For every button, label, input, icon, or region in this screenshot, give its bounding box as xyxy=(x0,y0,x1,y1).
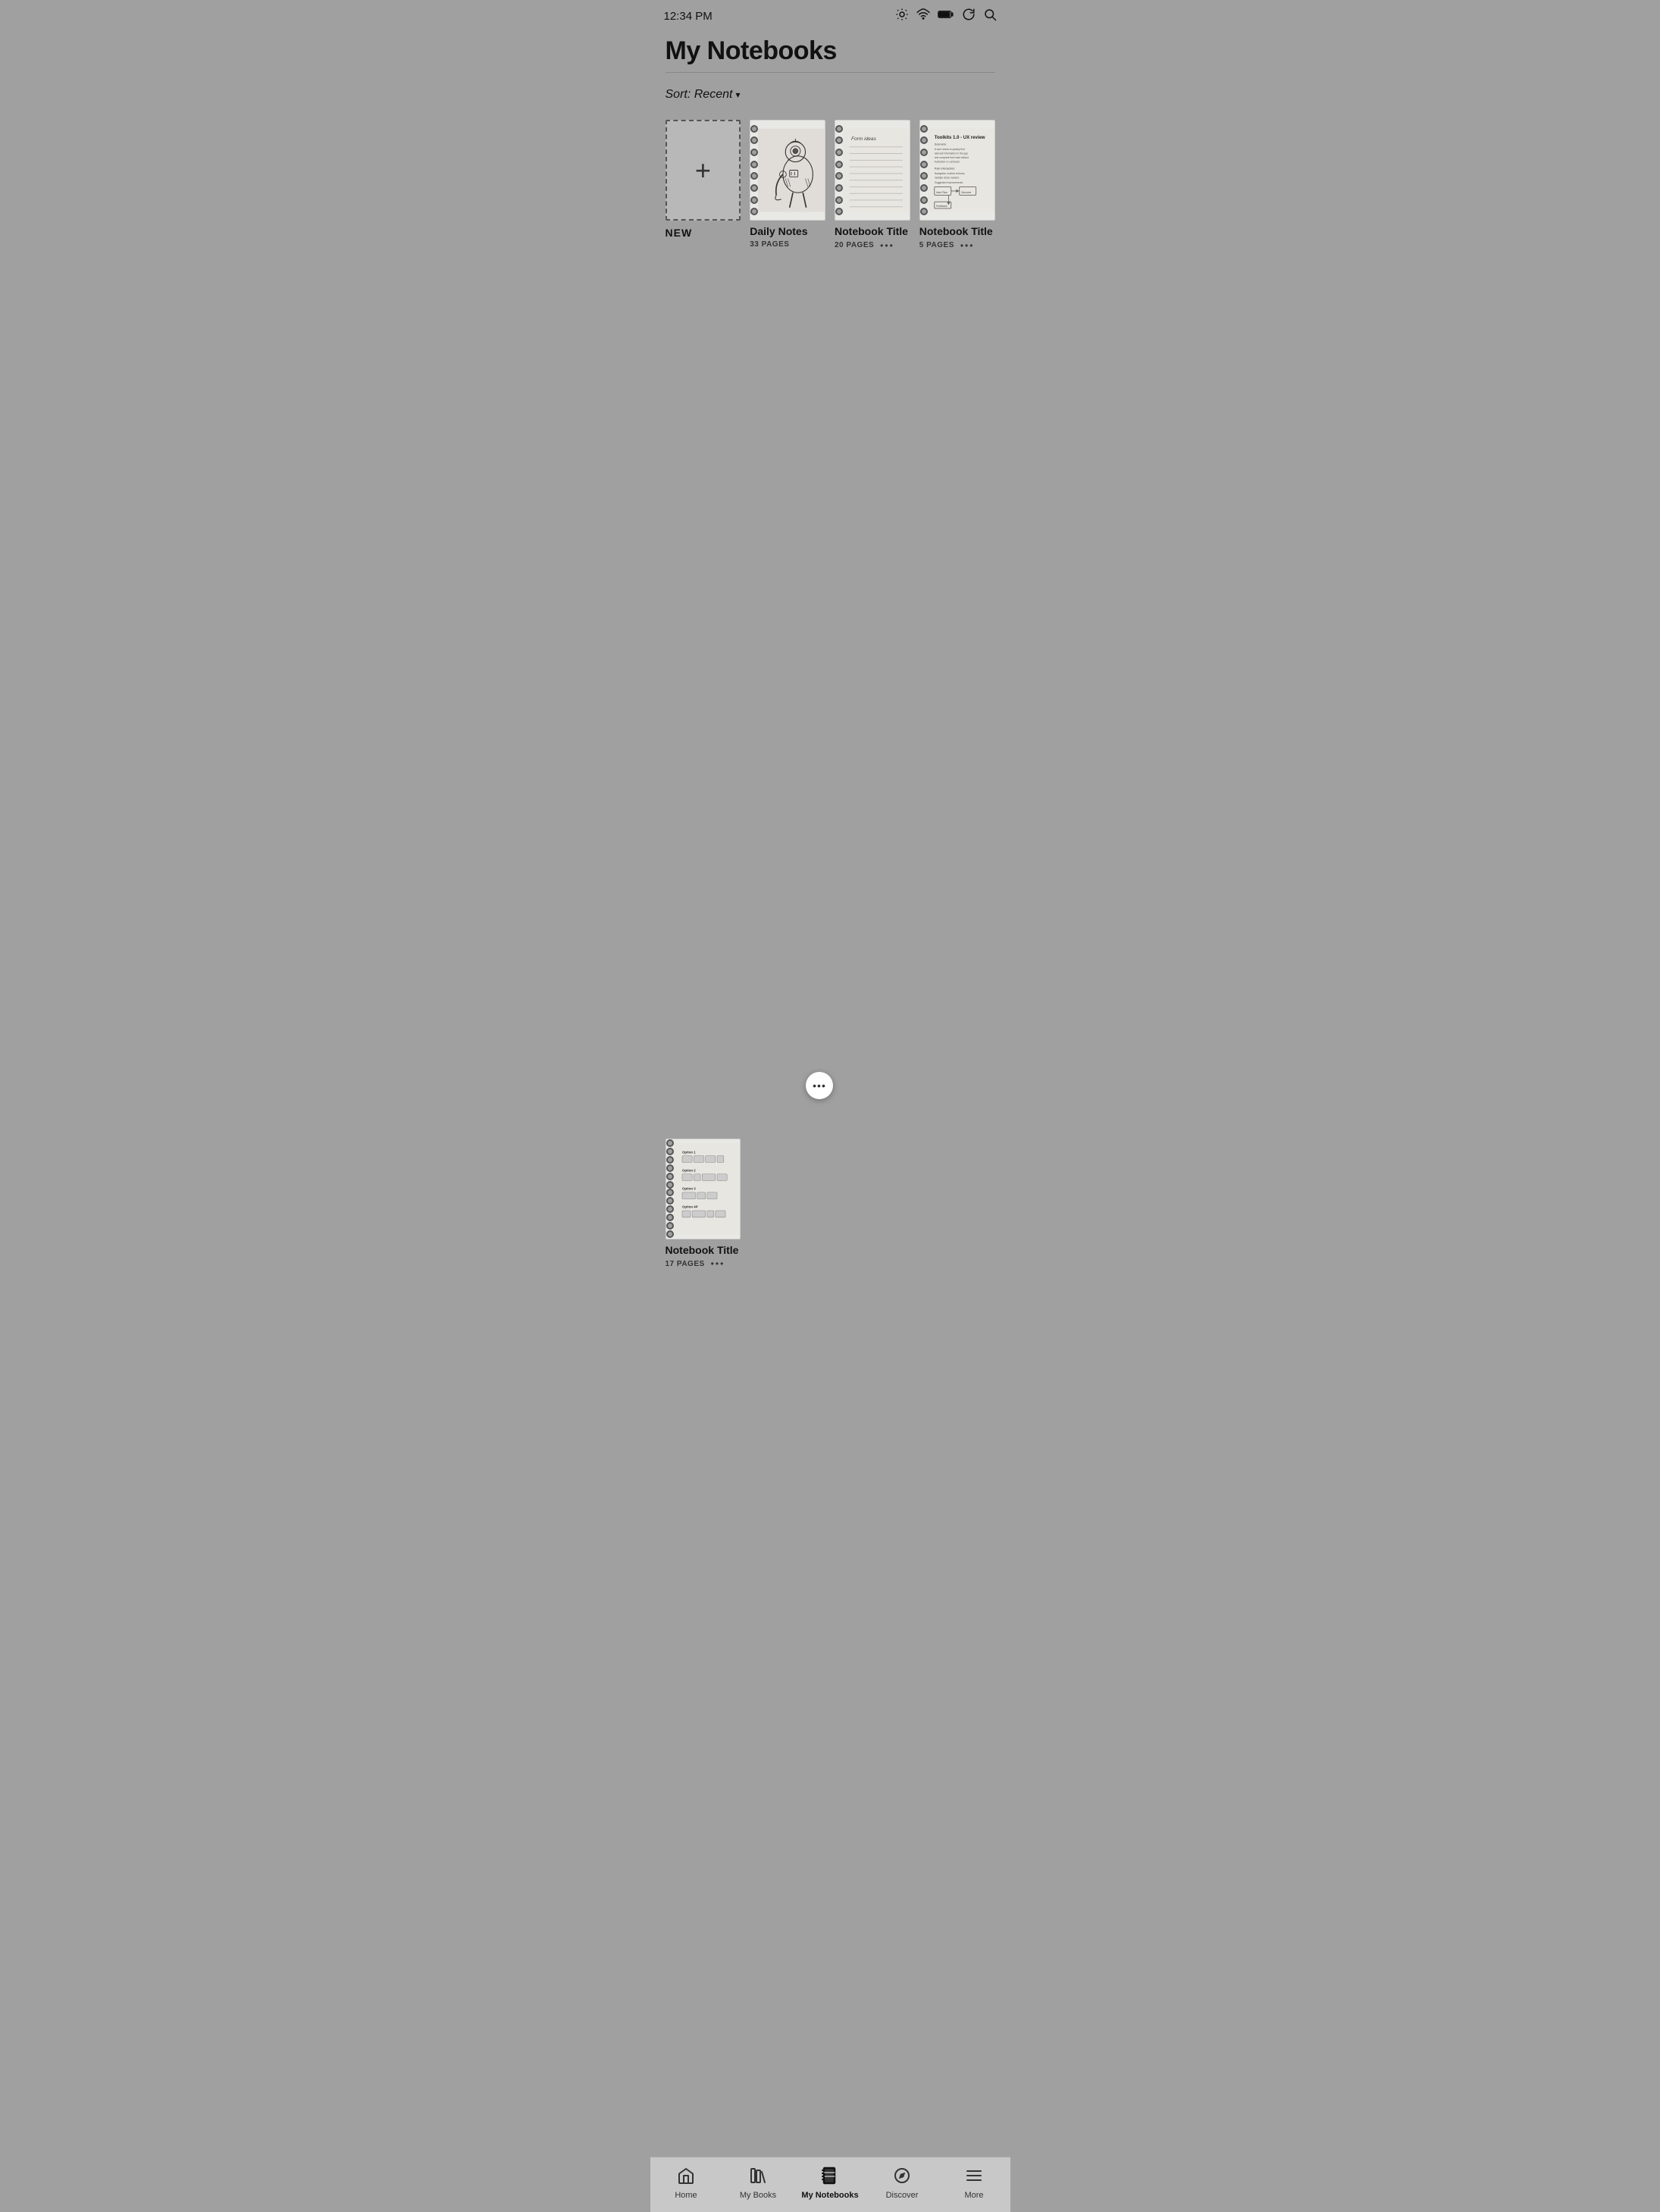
status-time: 12:34 PM xyxy=(664,10,713,23)
notes-illustration: Toolkits 1.0 - UX review Scenario: A use… xyxy=(920,121,994,220)
notebook-4-title: Notebook Title xyxy=(666,1244,741,1257)
notebook-4-more-button[interactable]: ••• xyxy=(711,1258,725,1269)
plus-icon: + xyxy=(695,157,711,184)
notebook-3-more-button[interactable]: ••• xyxy=(960,240,975,251)
notebooks-icon xyxy=(821,2167,839,2188)
new-notebook-card[interactable]: + xyxy=(666,120,741,221)
notebook-3-meta: 5 PAGES ••• xyxy=(919,240,995,251)
daily-notes-title: Daily Notes xyxy=(750,225,825,238)
nav-discover-label: Discover xyxy=(886,2191,919,2200)
svg-text:Option 1: Option 1 xyxy=(681,1150,695,1154)
svg-text:User Flow: User Flow xyxy=(936,191,947,194)
svg-text:frustration or confusion.: frustration or confusion. xyxy=(935,161,960,164)
notebook-4-item[interactable]: Option 1 Option 2 Option 3 Option 4P xyxy=(666,1139,741,2145)
status-icons xyxy=(895,8,997,24)
notebook-3-title: Notebook Title xyxy=(919,225,995,238)
sort-label: Sort: Recent xyxy=(666,88,733,102)
daily-notes-info: Daily Notes 33 PAGES xyxy=(750,225,825,249)
nav-discover[interactable]: Discover xyxy=(866,2163,938,2203)
notebook-2-card[interactable]: Form ideas xyxy=(835,120,910,221)
brightness-icon xyxy=(895,8,909,24)
daily-notes-pages: 33 PAGES xyxy=(750,240,789,249)
nav-my-books-label: My Books xyxy=(740,2191,776,2200)
notebook-2-info: Notebook Title 20 PAGES ••• xyxy=(835,225,910,251)
notebook-4-meta: 17 PAGES ••• xyxy=(666,1258,741,1269)
lines-illustration: Form ideas xyxy=(835,121,910,220)
home-icon xyxy=(677,2167,695,2188)
notebook-4-pages: 17 PAGES xyxy=(666,1260,705,1268)
bottom-nav: Home My Books My Notebooks xyxy=(650,2157,1010,2212)
notebook-3-info: Notebook Title 5 PAGES ••• xyxy=(919,225,995,251)
header-divider xyxy=(666,72,995,73)
notebook-4-card[interactable]: Option 1 Option 2 Option 3 Option 4P xyxy=(666,1139,741,1239)
nav-more-label: More xyxy=(964,2191,983,2200)
search-icon[interactable] xyxy=(983,8,997,24)
sort-bar: Sort: Recent ▾ xyxy=(650,79,1010,108)
svg-text:Outcome: Outcome xyxy=(961,191,971,194)
spiral-binding-4 xyxy=(666,1139,675,1239)
sketch-illustration xyxy=(750,121,825,220)
battery-icon xyxy=(938,9,954,23)
spiral-binding xyxy=(750,121,760,220)
daily-notes-item[interactable]: Daily Notes 33 PAGES ••• xyxy=(750,120,825,1126)
notebook-2-title: Notebook Title xyxy=(835,225,910,238)
svg-text:Feedback: Feedback xyxy=(936,205,947,208)
more-button-active[interactable]: ••• xyxy=(806,1072,833,1099)
wifi-icon xyxy=(916,8,930,24)
new-notebook-item[interactable]: + NEW xyxy=(666,120,741,1126)
books-icon xyxy=(749,2167,767,2188)
spiral-binding-2 xyxy=(835,121,844,220)
sync-icon xyxy=(962,8,976,24)
svg-text:Option 4P: Option 4P xyxy=(681,1205,697,1208)
nav-more[interactable]: More xyxy=(938,2163,1010,2203)
svg-text:relevant information in the ap: relevant information in the app xyxy=(935,152,968,155)
chevron-down-icon: ▾ xyxy=(735,89,740,100)
svg-text:Option 3: Option 3 xyxy=(681,1186,695,1190)
spiral-binding-3 xyxy=(919,121,929,220)
notebook-3-pages: 5 PAGES xyxy=(919,241,954,249)
notebook-grid: + NEW xyxy=(650,108,1010,2157)
page-title: My Notebooks xyxy=(666,36,995,66)
notebook-3-card[interactable]: Toolkits 1.0 - UX review Scenario: A use… xyxy=(919,120,995,221)
grid-illustration: Option 1 Option 2 Option 3 Option 4P xyxy=(666,1139,741,1239)
nav-home-label: Home xyxy=(675,2191,697,2200)
svg-text:Pain interaction:: Pain interaction: xyxy=(935,167,955,170)
notebook-3-item[interactable]: Toolkits 1.0 - UX review Scenario: A use… xyxy=(919,120,995,1126)
more-menu-icon xyxy=(965,2167,983,2188)
nav-my-notebooks[interactable]: My Notebooks xyxy=(794,2163,866,2203)
svg-text:Form ideas: Form ideas xyxy=(851,136,877,142)
svg-text:Option 2: Option 2 xyxy=(681,1168,695,1172)
svg-text:Scenario:: Scenario: xyxy=(935,143,947,146)
sort-button[interactable]: Sort: Recent ▾ xyxy=(666,88,741,102)
notebook-4-info: Notebook Title 17 PAGES ••• xyxy=(666,1244,741,1270)
new-notebook-label: NEW xyxy=(666,227,693,239)
daily-notes-meta: 33 PAGES xyxy=(750,240,825,249)
notebook-2-item[interactable]: Form ideas Notebook Title 20 PAGES xyxy=(835,120,910,1126)
daily-notes-card[interactable] xyxy=(750,120,825,221)
svg-text:multiple clicks needed.: multiple clicks needed. xyxy=(935,176,960,179)
nav-my-notebooks-label: My Notebooks xyxy=(801,2191,858,2200)
notebook-2-more-button[interactable]: ••• xyxy=(880,240,894,251)
nav-my-books[interactable]: My Books xyxy=(722,2163,794,2203)
discover-icon xyxy=(893,2167,911,2188)
svg-text:A user needs to quickly find: A user needs to quickly find xyxy=(935,148,965,151)
svg-text:Toolkits 1.0 - UX review: Toolkits 1.0 - UX review xyxy=(935,136,985,140)
nav-home[interactable]: Home xyxy=(650,2163,722,2203)
svg-text:Suggested improvements:: Suggested improvements: xyxy=(935,181,963,184)
svg-text:Navigation unclear at times,: Navigation unclear at times, xyxy=(935,172,966,175)
svg-text:and complete their task withou: and complete their task without xyxy=(935,156,969,159)
notebook-2-meta: 20 PAGES ••• xyxy=(835,240,910,251)
status-bar: 12:34 PM xyxy=(650,0,1010,29)
notebook-2-pages: 20 PAGES xyxy=(835,241,874,249)
header: My Notebooks xyxy=(650,29,1010,79)
